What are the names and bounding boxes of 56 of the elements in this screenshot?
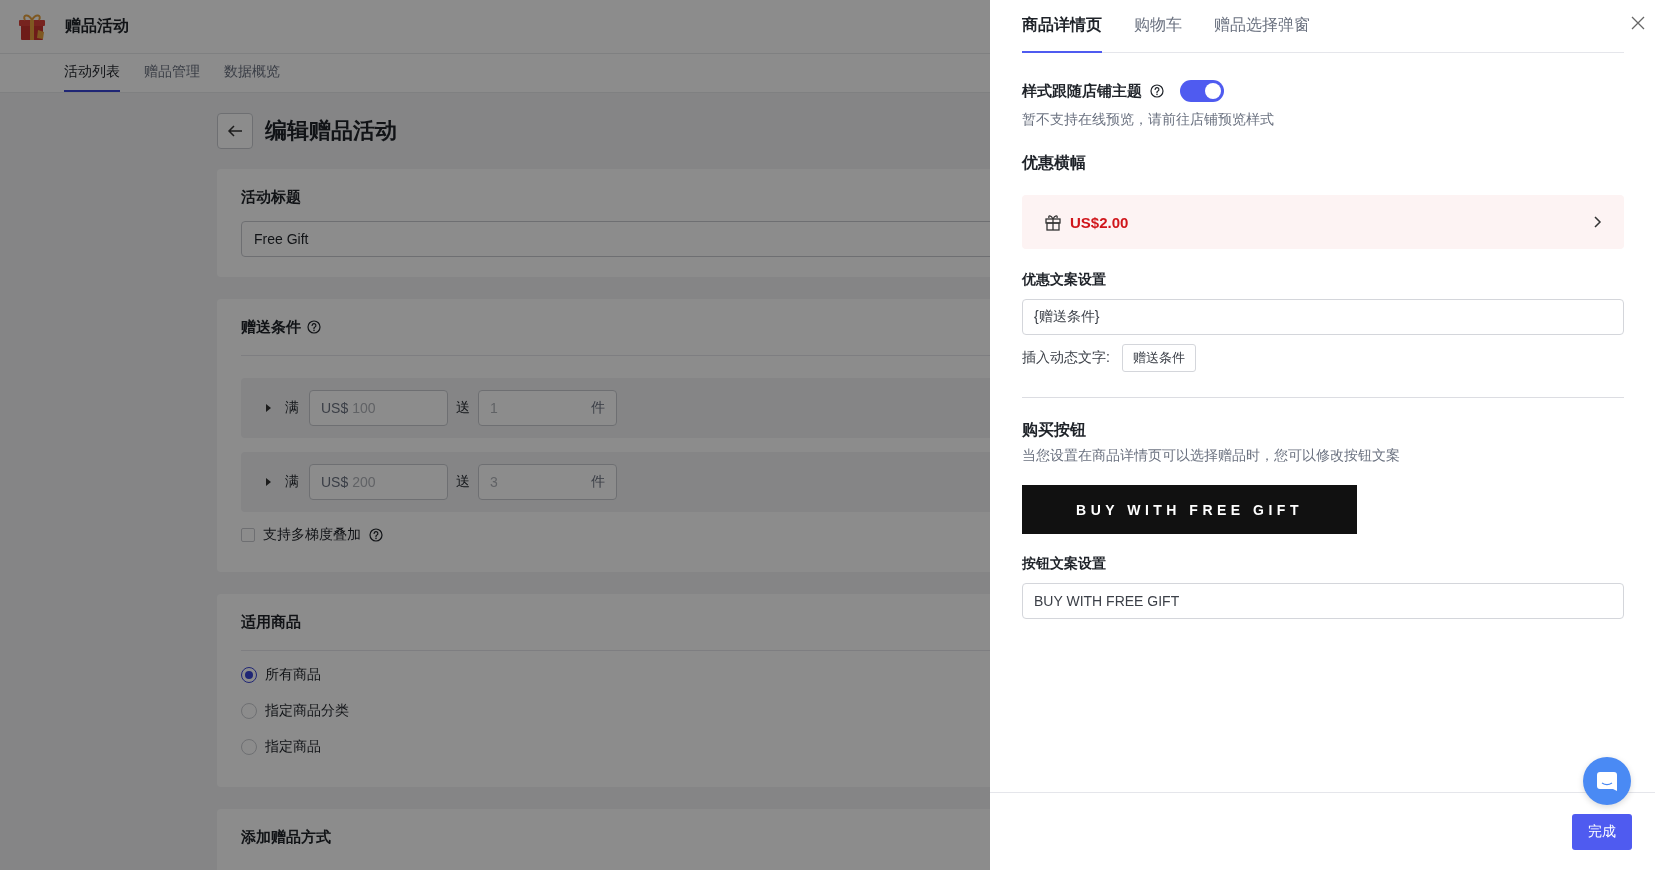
give-label: 送	[456, 399, 470, 417]
tier-label: 满	[285, 399, 299, 417]
radio-label: 所有商品	[265, 666, 321, 684]
checkbox[interactable]	[241, 528, 255, 542]
title-input[interactable]: Free Gift	[241, 221, 990, 257]
close-button[interactable]	[1631, 16, 1645, 30]
help-icon	[369, 528, 383, 542]
setting-label: 样式跟随店铺主题	[1022, 81, 1142, 101]
tab[interactable]: 赠品管理	[144, 54, 200, 92]
back-button[interactable]	[217, 113, 253, 149]
currency-label: US$	[321, 400, 349, 416]
section-heading: 赠送条件	[241, 317, 301, 337]
radio-button[interactable]	[241, 667, 257, 683]
unit-label: 件	[591, 399, 605, 417]
insert-label: 插入动态文字:	[1022, 349, 1110, 367]
chat-icon	[1596, 770, 1618, 792]
section-heading: 添加赠品方式	[241, 827, 332, 847]
unit-label: 件	[591, 473, 605, 491]
tab[interactable]: 活动列表	[64, 54, 120, 92]
give-label: 送	[456, 473, 470, 491]
arrow-left-icon	[227, 123, 243, 139]
token-button[interactable]: 赠送条件	[1121, 344, 1196, 372]
app-title: 赠品活动	[65, 16, 129, 36]
radio-label: 指定商品	[265, 738, 321, 756]
caret-icon[interactable]	[263, 403, 273, 413]
checkbox-label: 支持多梯度叠加	[263, 526, 361, 544]
text-input[interactable]: {赠送条件}	[1022, 299, 1624, 335]
banner-text: US$2.00	[1070, 213, 1129, 231]
gift-icon	[1044, 213, 1062, 231]
help-icon	[307, 320, 321, 334]
tab[interactable]: 商品详情页	[1022, 0, 1102, 53]
currency-label: US$	[321, 474, 349, 490]
text-input[interactable]: BUY WITH FREE GIFT	[1022, 583, 1624, 619]
field-label: 优惠文案设置	[1022, 271, 1107, 289]
help-icon	[1150, 84, 1164, 98]
gift-logo-icon	[18, 11, 46, 42]
section-heading: 活动标题	[241, 187, 302, 207]
page-title: 编辑赠品活动	[265, 117, 397, 145]
toggle-switch[interactable]	[1180, 80, 1224, 102]
caret-icon[interactable]	[263, 477, 273, 487]
buy-button-preview: BUY WITH FREE GIFT	[1022, 485, 1357, 534]
section-heading: 适用商品	[241, 612, 302, 632]
section-heading: 优惠横幅	[1022, 153, 1087, 173]
radio-label: 指定商品分类	[265, 702, 349, 720]
section-heading: 购买按钮	[1022, 420, 1087, 440]
promo-banner[interactable]: US$2.00	[1022, 195, 1624, 249]
tab[interactable]: 赠品选择弹窗	[1214, 0, 1310, 53]
tab[interactable]: 数据概览	[224, 54, 280, 92]
tab[interactable]: 购物车	[1134, 0, 1182, 53]
close-icon	[1631, 16, 1645, 30]
hint-text: 当您设置在商品详情页可以选择赠品时，您可以修改按钮文案	[1022, 447, 1401, 465]
field-label: 按钮文案设置	[1022, 555, 1107, 573]
done-button[interactable]: 完成	[1572, 813, 1632, 850]
chevron-right-icon	[1593, 216, 1602, 228]
hint-text: 暂不支持在线预览，请前往店铺预览样式	[1022, 111, 1275, 129]
tier-label: 满	[285, 473, 299, 491]
